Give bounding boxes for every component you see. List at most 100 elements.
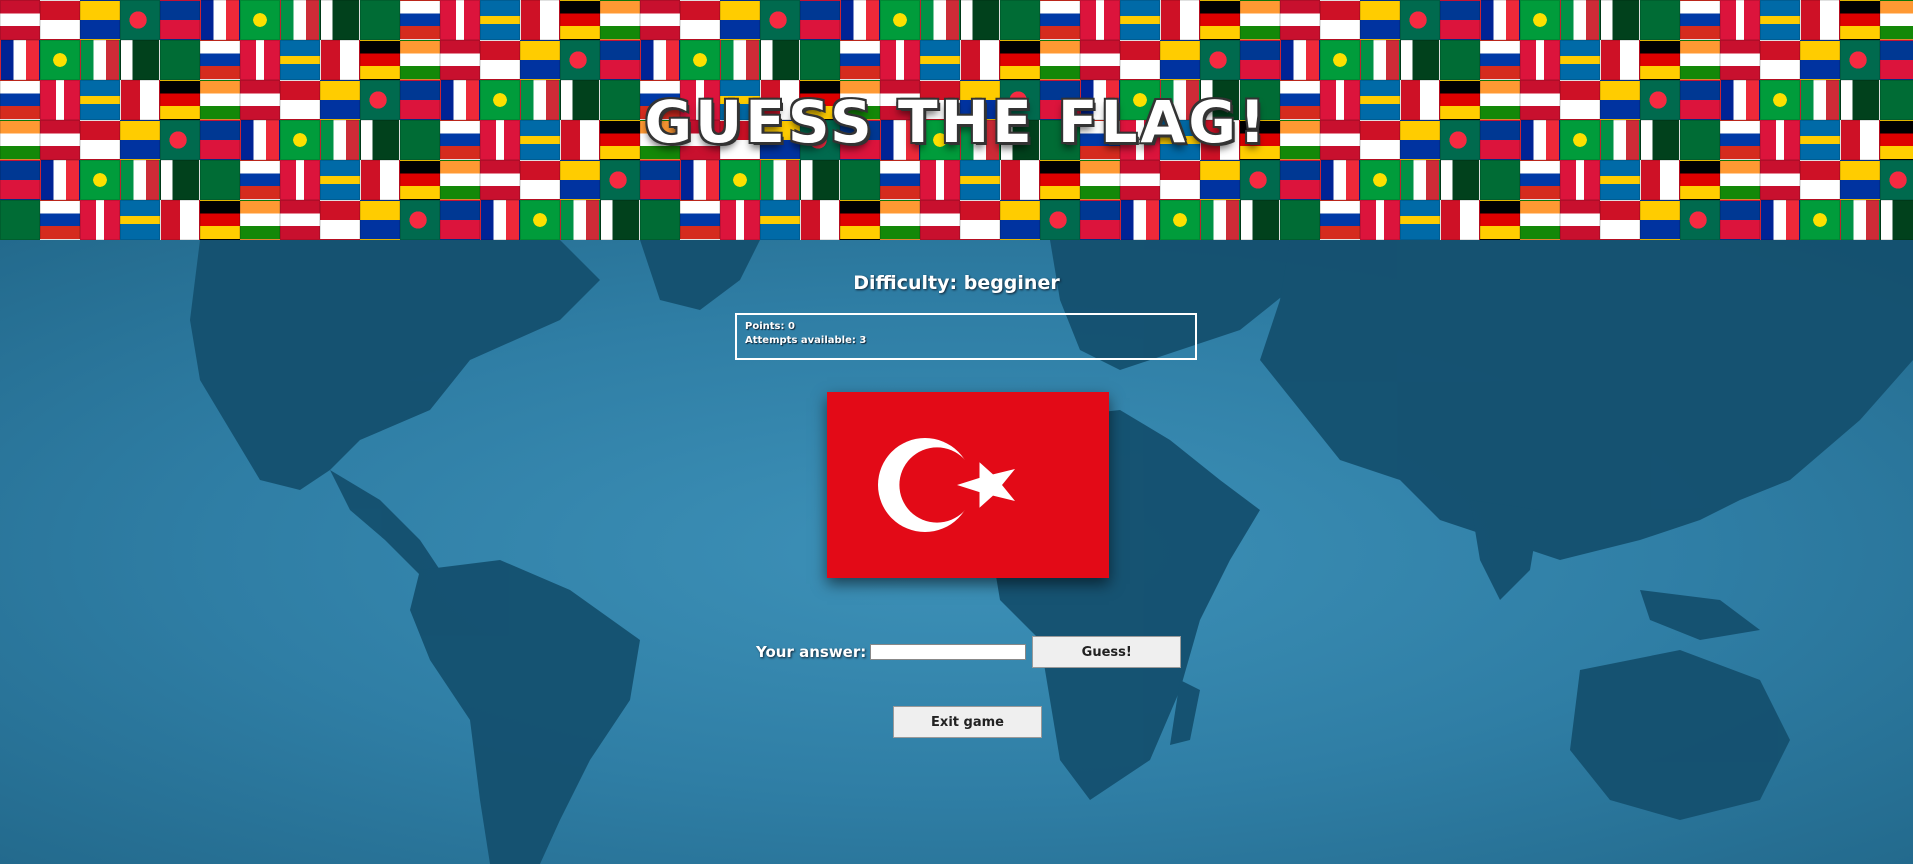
flag-tile (0, 200, 40, 240)
flag-tile (280, 0, 320, 40)
flag-tile (1840, 40, 1880, 80)
flag-tile (0, 0, 40, 40)
flag-tile (1120, 160, 1160, 200)
answer-input[interactable] (870, 644, 1027, 660)
flag-tile (1280, 40, 1320, 80)
attempts-text: Attempts available: 3 (745, 335, 867, 346)
flag-tile (720, 40, 760, 80)
flag-tile (200, 0, 240, 40)
flag-tile (1880, 160, 1913, 200)
flag-tile (1120, 200, 1160, 240)
flag-tile (880, 200, 920, 240)
flag-tile (1760, 200, 1800, 240)
flag-tile (1880, 0, 1913, 40)
flag-tile (1000, 0, 1040, 40)
flag-tile (0, 160, 40, 200)
flag-tile (80, 0, 120, 40)
flag-tile (640, 40, 680, 80)
flag-tile (600, 0, 640, 40)
guess-button[interactable]: Guess! (1032, 636, 1182, 668)
exit-game-button[interactable]: Exit game (893, 706, 1042, 738)
flag-tile (800, 160, 840, 200)
answer-label: Your answer: (756, 643, 867, 661)
flag-tile (480, 160, 520, 200)
flag-tile (1360, 0, 1400, 40)
flag-tile (1520, 40, 1560, 80)
flag-tile (400, 200, 440, 240)
flag-tile (640, 200, 680, 240)
flag-tile (240, 160, 280, 200)
flag-tile (640, 0, 680, 40)
flag-tile (840, 40, 880, 80)
flag-tile (160, 160, 200, 200)
flag-tile (1760, 0, 1800, 40)
flag-tile (200, 40, 240, 80)
flag-tile (1120, 40, 1160, 80)
flag-tile (800, 0, 840, 40)
flag-tile (600, 40, 640, 80)
flag-tile (1200, 40, 1240, 80)
flag-tile (1680, 160, 1720, 200)
flag-tile (880, 160, 920, 200)
flag-tile (240, 40, 280, 80)
flag-tile (280, 160, 320, 200)
flag-tile (120, 200, 160, 240)
flag-tile (200, 160, 240, 200)
flag-tile (1000, 200, 1040, 240)
flag-tile (1600, 160, 1640, 200)
flag-tile (40, 160, 80, 200)
flag-tile (1320, 200, 1360, 240)
flag-tile (1080, 40, 1120, 80)
flag-tile (440, 0, 480, 40)
flag-tile (360, 200, 400, 240)
flag-tile (1640, 160, 1680, 200)
flag-tile (80, 200, 120, 240)
flag-tile (920, 0, 960, 40)
flag-tile (680, 40, 720, 80)
flag-tile (1240, 160, 1280, 200)
flag-tile (1440, 200, 1480, 240)
flag-tile (1760, 40, 1800, 80)
flag-tile (640, 160, 680, 200)
flag-tile (1720, 160, 1760, 200)
flag-tile (1600, 200, 1640, 240)
points-text: Points: 0 (745, 321, 795, 332)
flag-tile (0, 40, 40, 80)
flag-tile (920, 40, 960, 80)
flag-tile (1680, 40, 1720, 80)
flag-tile (1240, 40, 1280, 80)
flag-tile (960, 0, 1000, 40)
flag-tile (1440, 40, 1480, 80)
flag-tile (560, 0, 600, 40)
flag-tile (1520, 200, 1560, 240)
flag-tile (560, 200, 600, 240)
flag-tile (120, 160, 160, 200)
flag-tile (440, 160, 480, 200)
flag-tile (1360, 40, 1400, 80)
flag-tile (160, 40, 200, 80)
flag-tile (1360, 160, 1400, 200)
flag-tile (1280, 160, 1320, 200)
flag-tile (880, 0, 920, 40)
flag-tile (840, 200, 880, 240)
answer-row: Your answer: Guess! (756, 636, 1182, 668)
flag-tile (1080, 200, 1120, 240)
flag-tile (1880, 200, 1913, 240)
flag-tile (1840, 160, 1880, 200)
flag-tile (720, 200, 760, 240)
flag-tile (40, 200, 80, 240)
flag-tile (160, 200, 200, 240)
flag-tile (440, 40, 480, 80)
flag-tile (960, 40, 1000, 80)
flag-tile (160, 0, 200, 40)
flag-tile (1640, 200, 1680, 240)
header-banner: GUESS THE FLAG! (0, 0, 1913, 240)
flag-tile (280, 200, 320, 240)
flag-tile (320, 160, 360, 200)
flag-tile (680, 200, 720, 240)
flag-tile (600, 200, 640, 240)
flag-tile (1560, 0, 1600, 40)
flag-tile (1800, 200, 1840, 240)
flag-tile (840, 0, 880, 40)
flag-tile (1760, 160, 1800, 200)
